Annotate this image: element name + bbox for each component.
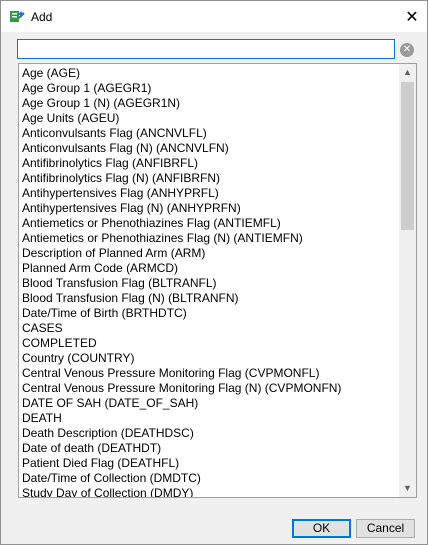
vertical-scrollbar[interactable]: ▲ ▼ bbox=[399, 64, 416, 497]
window-title: Add bbox=[31, 10, 53, 24]
search-input[interactable] bbox=[17, 39, 395, 59]
ok-button[interactable]: OK bbox=[292, 519, 351, 538]
list-item[interactable]: Anticonvulsants Flag (ANCNVLFL) bbox=[19, 126, 397, 141]
list-item[interactable]: Antifibrinolytics Flag (N) (ANFIBRFN) bbox=[19, 171, 397, 186]
list-item[interactable]: Death Description (DEATHDSC) bbox=[19, 426, 397, 441]
list-item[interactable]: Age Units (AGEU) bbox=[19, 111, 397, 126]
list-item[interactable]: Date of death (DEATHDT) bbox=[19, 441, 397, 456]
list-item[interactable]: Anticonvulsants Flag (N) (ANCNVLFN) bbox=[19, 141, 397, 156]
list-item[interactable]: Central Venous Pressure Monitoring Flag … bbox=[19, 366, 397, 381]
list-item[interactable]: Date/Time of Collection (DMDTC) bbox=[19, 471, 397, 486]
list-item[interactable]: Antiemetics or Phenothiazines Flag (N) (… bbox=[19, 231, 397, 246]
close-button[interactable]: ✕ bbox=[397, 1, 427, 32]
clear-search-icon[interactable]: ✕ bbox=[400, 43, 414, 57]
add-dialog-icon bbox=[9, 9, 25, 23]
list-item[interactable]: Blood Transfusion Flag (BLTRANFL) bbox=[19, 276, 397, 291]
scroll-thumb[interactable] bbox=[401, 82, 414, 230]
list-item[interactable]: Patient Died Flag (DEATHFL) bbox=[19, 456, 397, 471]
list-item[interactable]: DATE OF SAH (DATE_OF_SAH) bbox=[19, 396, 397, 411]
title-bar: Add ✕ bbox=[1, 1, 427, 32]
list-item[interactable]: Antihypertensives Flag (N) (ANHYPRFN) bbox=[19, 201, 397, 216]
close-icon: ✕ bbox=[405, 8, 419, 26]
scroll-up-icon[interactable]: ▲ bbox=[399, 64, 416, 81]
list-item[interactable]: CASES bbox=[19, 321, 397, 336]
list-item[interactable]: Date/Time of Birth (BRTHDTC) bbox=[19, 306, 397, 321]
add-dialog: Add ✕ ✕ Age (AGE) Age Group 1 (AGEGR1) Age… bbox=[0, 0, 428, 545]
list-item[interactable]: Antihypertensives Flag (ANHYPRFL) bbox=[19, 186, 397, 201]
list-item[interactable]: Age Group 1 (AGEGR1) bbox=[19, 81, 397, 96]
scroll-down-icon[interactable]: ▼ bbox=[399, 480, 416, 497]
list-item[interactable]: Planned Arm Code (ARMCD) bbox=[19, 261, 397, 276]
list-item[interactable]: Antifibrinolytics Flag (ANFIBRFL) bbox=[19, 156, 397, 171]
list-item[interactable]: Central Venous Pressure Monitoring Flag … bbox=[19, 381, 397, 396]
list-item[interactable]: COMPLETED bbox=[19, 336, 397, 351]
cancel-button[interactable]: Cancel bbox=[356, 519, 415, 538]
list-item[interactable]: Age (AGE) bbox=[19, 66, 397, 81]
list-item[interactable]: Antiemetics or Phenothiazines Flag (ANTI… bbox=[19, 216, 397, 231]
list-items: Age (AGE) Age Group 1 (AGEGR1) Age Group 1… bbox=[19, 66, 397, 497]
list-item[interactable]: Blood Transfusion Flag (N) (BLTRANFN) bbox=[19, 291, 397, 306]
list-item[interactable]: Country (COUNTRY) bbox=[19, 351, 397, 366]
list-item[interactable]: DEATH bbox=[19, 411, 397, 426]
list-item[interactable]: Age Group 1 (N) (AGEGR1N) bbox=[19, 96, 397, 111]
variable-list[interactable]: Age (AGE) Age Group 1 (AGEGR1) Age Group 1… bbox=[18, 63, 417, 498]
list-item[interactable]: Study Day of Collection (DMDY) bbox=[19, 486, 397, 497]
list-item[interactable]: Description of Planned Arm (ARM) bbox=[19, 246, 397, 261]
